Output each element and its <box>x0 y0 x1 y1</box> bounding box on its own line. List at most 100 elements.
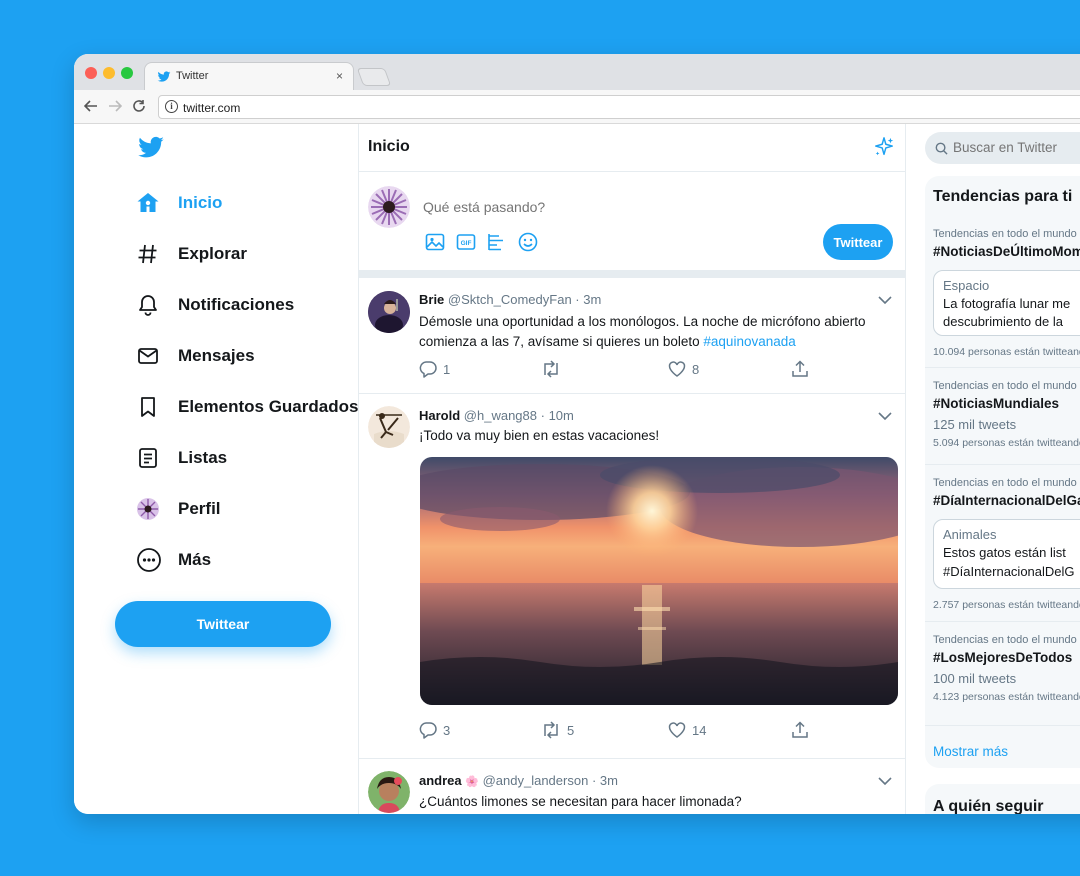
tweet-author-name[interactable]: andrea <box>419 773 462 788</box>
image-icon <box>425 233 444 250</box>
trend-hashtag[interactable]: #NoticiasDeÚltimoMomento <box>933 244 1080 259</box>
reply-button[interactable]: 3 <box>419 721 450 739</box>
hashtag-icon <box>138 244 157 264</box>
gif-button[interactable]: GIF <box>454 230 477 253</box>
right-sidebar: Tendencias para ti Tendencias en todo el… <box>906 124 1080 814</box>
sidebar-item-perfil[interactable]: Perfil <box>132 489 221 529</box>
share-button[interactable] <box>791 360 809 378</box>
tweet-item[interactable]: andrea 🌸 @andy_landerson · 3m ¿Cuántos l… <box>359 759 905 814</box>
media-button[interactable] <box>423 230 446 253</box>
twitter-logo-icon[interactable] <box>135 134 167 162</box>
url-text[interactable]: twitter.com <box>183 101 240 115</box>
trend-context: Tendencias en todo el mundo <box>933 634 1077 646</box>
home-icon <box>137 193 159 212</box>
poll-button[interactable] <box>485 230 508 253</box>
tweet-author-handle[interactable]: @andy_landerson <box>483 773 589 788</box>
tweet-author-handle[interactable]: @Sktch_ComedyFan <box>448 292 572 307</box>
sidebar-item-mas[interactable]: Más <box>132 540 211 580</box>
tweet-time[interactable]: · 3m <box>592 773 618 788</box>
sparkle-icon[interactable] <box>873 136 895 158</box>
search-icon <box>935 142 948 155</box>
chevron-down-icon[interactable] <box>877 773 893 789</box>
tweet-time[interactable]: · 10m <box>541 408 574 423</box>
trend-item[interactable]: Tendencias en todo el mundo #LosMejoresD… <box>925 622 1080 726</box>
close-window-button[interactable] <box>85 67 97 79</box>
sidebar-item-label: Inicio <box>178 193 223 212</box>
tweet-actions: 3 5 14 <box>419 721 905 741</box>
tweet-author-name[interactable]: Brie <box>419 292 444 307</box>
tweet-author-handle[interactable]: @h_wang88 <box>464 408 537 423</box>
flower-emoji: 🌸 <box>465 776 479 788</box>
card-headline: La fotografía lunar me <box>943 296 1071 311</box>
tweet-item[interactable]: Harold @h_wang88 · 10m ¡Todo va muy bien… <box>359 394 905 759</box>
retweet-icon <box>544 360 558 378</box>
card-headline: descubrimiento de la <box>943 314 1063 329</box>
sidebar-item-label: Explorar <box>178 244 247 263</box>
sidebar-tweet-button[interactable]: Twittear <box>115 601 331 647</box>
hashtag-link[interactable]: #aquinovanada <box>703 334 795 349</box>
tweet-avatar[interactable] <box>368 406 410 448</box>
trend-people-count: 4.123 personas están twitteando <box>933 691 1080 703</box>
browser-tab[interactable]: Twitter × <box>144 62 354 90</box>
card-headline: Estos gatos están list <box>943 545 1066 560</box>
compose-tweet-button[interactable]: Twittear <box>823 224 893 260</box>
tweet-author-name[interactable]: Harold <box>419 408 460 423</box>
tweet-actions: 1 8 <box>419 360 905 380</box>
tweet-avatar[interactable] <box>368 291 410 333</box>
tweet-image-sunset[interactable] <box>420 457 898 705</box>
poll-icon <box>487 233 503 250</box>
maximize-window-button[interactable] <box>121 67 133 79</box>
who-to-follow-title: A quién seguir <box>933 798 1044 814</box>
show-more-link[interactable]: Mostrar más <box>933 744 1008 759</box>
sidebar-item-listas[interactable]: Listas <box>132 438 227 478</box>
retweet-icon <box>544 721 558 739</box>
compose-box: GIF Twittear <box>359 172 905 270</box>
sidebar-item-notificaciones[interactable]: Notificaciones <box>132 285 294 325</box>
reply-button[interactable]: 1 <box>419 360 450 378</box>
tab-close-icon[interactable]: × <box>336 69 343 83</box>
emoji-button[interactable] <box>516 230 539 253</box>
trend-news-card[interactable]: Espacio La fotografía lunar me descubrim… <box>933 270 1080 336</box>
sidebar-item-inicio[interactable]: Inicio <box>132 183 222 223</box>
like-button[interactable]: 8 <box>668 360 699 378</box>
search-input[interactable] <box>953 140 1080 155</box>
trend-news-card[interactable]: Animales Estos gatos están list #DíaInte… <box>933 519 1080 589</box>
reload-icon[interactable] <box>132 99 146 113</box>
sidebar-item-explorar[interactable]: Explorar <box>132 234 247 274</box>
trend-hashtag[interactable]: #DíaInternacionalDelGato <box>933 493 1080 508</box>
main-header: Inicio <box>359 124 905 172</box>
chevron-down-icon[interactable] <box>877 408 893 424</box>
chevron-down-icon[interactable] <box>877 292 893 308</box>
sidebar-item-mensajes[interactable]: Mensajes <box>132 336 255 376</box>
back-arrow-icon[interactable] <box>84 99 98 113</box>
tweet-item[interactable]: Brie @Sktch_ComedyFan · 3m Démosle una o… <box>359 278 905 394</box>
tweet-time[interactable]: · 3m <box>575 292 601 307</box>
envelope-icon <box>138 348 158 364</box>
retweet-button[interactable] <box>541 360 567 378</box>
info-icon[interactable]: i <box>165 100 178 113</box>
compose-avatar[interactable] <box>368 186 410 228</box>
address-bar[interactable]: i twitter.com <box>158 95 1080 119</box>
search-box[interactable] <box>925 132 1080 164</box>
main-timeline: Inicio GIF Twittear <box>358 124 906 814</box>
tweet-text: ¡Todo va muy bien en estas vacaciones! <box>419 428 660 443</box>
retweet-button[interactable]: 5 <box>541 721 574 739</box>
trend-hashtag[interactable]: #LosMejoresDeTodos <box>933 650 1072 665</box>
trend-hashtag[interactable]: #NoticiasMundiales <box>933 396 1059 411</box>
share-button[interactable] <box>791 721 809 739</box>
trend-item[interactable]: Tendencias en todo el mundo #DíaInternac… <box>925 465 1080 622</box>
sidebar-item-elementos-guardados[interactable]: Elementos Guardados <box>132 387 358 427</box>
tweet-avatar[interactable] <box>368 771 410 813</box>
trend-item[interactable]: Tendencias en todo el mundo #NoticiasDeÚ… <box>925 216 1080 368</box>
sidebar-item-label: Listas <box>178 448 228 467</box>
trends-panel: Tendencias para ti Tendencias en todo el… <box>925 176 1080 768</box>
trend-item[interactable]: Tendencias en todo el mundo #NoticiasMun… <box>925 368 1080 465</box>
reply-count: 1 <box>443 361 451 377</box>
compose-input[interactable] <box>423 199 723 215</box>
new-tab-button[interactable] <box>356 68 392 86</box>
minimize-window-button[interactable] <box>103 67 115 79</box>
forward-arrow-icon[interactable] <box>108 99 122 113</box>
like-button[interactable]: 14 <box>668 721 706 739</box>
sidebar-item-label: Más <box>178 550 212 569</box>
profile-avatar-icon <box>137 498 159 520</box>
